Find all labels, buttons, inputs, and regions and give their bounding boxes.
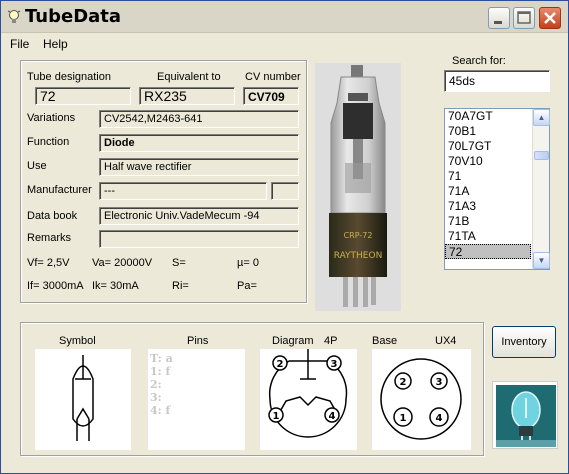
pin-entry: 4: f (150, 404, 171, 417)
manufacturer-field[interactable]: --- (99, 182, 267, 200)
lightbulb-icon (7, 10, 21, 23)
diagram-pin-count: 4P (324, 335, 338, 347)
base-type: UX4 (435, 335, 457, 347)
pins-list: T: a 1: f 2: 3: 4: f (148, 352, 245, 417)
tube-image: CRP-72 RAYTHEON (315, 63, 401, 311)
list-scrollbar[interactable]: ▲ ▼ (532, 109, 550, 269)
tube-list-item[interactable]: 71A (445, 184, 531, 199)
tube-logo-icon (496, 385, 556, 447)
tube-photo: CRP-72 RAYTHEON (315, 63, 401, 311)
maximize-button[interactable] (513, 7, 535, 29)
va-value: Va= 20000V (92, 257, 153, 269)
diagram-label: Diagram (272, 335, 314, 347)
base-pin-2: 2 (400, 377, 407, 388)
menu-bar: File Help (1, 34, 568, 54)
close-icon (544, 12, 556, 24)
manufacturer-code-field[interactable] (271, 182, 299, 200)
base-pin-4: 4 (436, 413, 443, 424)
pa-value: Pa= (237, 280, 257, 292)
function-field[interactable]: Diode (99, 134, 299, 152)
designation-label: Tube designation (27, 71, 111, 83)
diagram-pin-1: 1 (273, 411, 280, 422)
base-pin-3: 3 (436, 377, 443, 388)
diagram-pin-3: 3 (331, 359, 338, 370)
base-box: 2 3 1 4 (372, 349, 471, 450)
menu-file[interactable]: File (10, 37, 29, 51)
vf-value: Vf= 2,5V (27, 257, 70, 269)
ik-value: Ik= 30mA (92, 280, 139, 292)
close-button[interactable] (539, 7, 561, 29)
window-title: TubeData (25, 6, 122, 27)
tube-list-item[interactable]: 70V10 (445, 154, 531, 169)
tube-list-item[interactable]: 70A7GT (445, 109, 531, 124)
pin-entry: 3: (150, 391, 162, 404)
diagram-pin-2: 2 (277, 359, 284, 370)
app-window: TubeData File Help Tube designation Equi… (0, 0, 569, 474)
pin-diagram: 2 3 1 4 (268, 349, 348, 438)
pins-box: T: a 1: f 2: 3: 4: f (148, 349, 245, 450)
equivalent-label: Equivalent to (157, 71, 221, 83)
manufacturer-label: Manufacturer (27, 184, 92, 196)
remarks-field[interactable] (99, 230, 299, 248)
if-value: If= 3000mA (27, 280, 84, 292)
use-field[interactable]: Half wave rectifier (99, 158, 299, 176)
base-label: Base (372, 335, 398, 347)
variations-field[interactable]: CV2542,M2463-641 (99, 110, 299, 128)
chevron-down-icon: ▼ (537, 256, 546, 265)
cv-label: CV number (245, 71, 301, 83)
tube-logo-image[interactable] (492, 381, 558, 449)
base-diagram: 2 3 1 4 (380, 358, 462, 440)
remarks-label: Remarks (27, 232, 72, 244)
inventory-button[interactable]: Inventory (492, 326, 556, 358)
tube-list-item[interactable]: 71 (445, 169, 531, 184)
chevron-up-icon: ▲ (537, 113, 546, 122)
tube-list[interactable]: 70A7GT 70B1 70L7GT 70V10 71 71A 71A3 71B 71TA 72 … (444, 108, 550, 270)
minimize-icon (494, 21, 502, 24)
designation-field[interactable]: 72 (35, 87, 131, 105)
s-value: S= (172, 257, 186, 269)
databook-label: Data book (27, 210, 78, 222)
tube-list-item[interactable]: 71B (445, 214, 531, 229)
search-input[interactable]: 45ds (444, 70, 550, 92)
databook-field[interactable]: Electronic Univ.VadeMecum -94 (99, 207, 299, 225)
title-bar: TubeData (1, 1, 568, 33)
scroll-up-button[interactable]: ▲ (533, 109, 550, 126)
use-label: Use (27, 160, 47, 172)
equivalent-field[interactable]: RX235 (139, 87, 235, 105)
scroll-thumb[interactable] (534, 151, 549, 160)
pin-entry: 2: (150, 378, 162, 391)
tube-list-item[interactable]: 71A3 (445, 199, 531, 214)
function-label: Function (27, 136, 70, 148)
maximize-icon (517, 11, 531, 24)
glass-print-1: CRP-72 (344, 231, 373, 240)
search-label: Search for: (452, 55, 506, 67)
symbol-box (35, 349, 131, 450)
variations-label: Variations (27, 112, 76, 124)
diagram-pin-4: 4 (329, 411, 336, 422)
pin-diagram-box: 2 3 1 4 (260, 349, 357, 450)
tube-list-item[interactable]: 71TA (445, 229, 531, 244)
minimize-button[interactable] (488, 7, 510, 29)
symbol-label: Symbol (59, 335, 96, 347)
cv-field[interactable]: CV709 (243, 87, 299, 105)
glass-print-2: RAYTHEON (334, 251, 383, 261)
pin-entry: T: a (150, 352, 173, 365)
pins-label: Pins (187, 335, 209, 347)
tube-list-item[interactable]: 72 (445, 244, 531, 259)
mu-value: µ= 0 (237, 257, 259, 269)
base-pin-1: 1 (400, 413, 407, 424)
menu-help[interactable]: Help (43, 37, 68, 51)
tube-list-item[interactable]: 70L7GT (445, 139, 531, 154)
ri-value: Ri= (172, 280, 189, 292)
tube-list-item[interactable]: 70B1 (445, 124, 531, 139)
pin-entry: 1: f (150, 365, 171, 378)
scroll-down-button[interactable]: ▼ (533, 252, 550, 269)
diode-symbol-icon (72, 355, 94, 441)
